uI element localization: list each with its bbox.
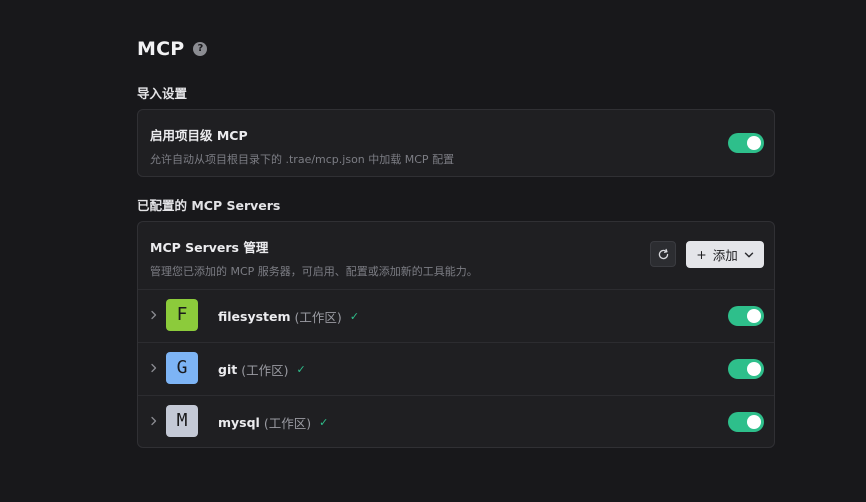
server-label: filesystem (工作区) ✓ xyxy=(218,307,359,326)
toggle-knob xyxy=(747,415,761,429)
server-toggle-git[interactable] xyxy=(728,359,764,379)
refresh-icon xyxy=(658,248,668,259)
chevron-right-icon[interactable] xyxy=(149,308,159,322)
check-icon: ✓ xyxy=(296,363,306,376)
server-row-filesystem[interactable]: F filesystem (工作区) ✓ xyxy=(138,289,774,342)
page-header: MCP ? xyxy=(137,38,208,60)
chevron-right-icon[interactable] xyxy=(149,414,159,428)
server-toggle-mysql[interactable] xyxy=(728,412,764,432)
servers-manager-text: MCP Servers 管理 管理您已添加的 MCP 服务器，可启用、配置或添加… xyxy=(150,237,478,279)
refresh-button[interactable] xyxy=(650,241,676,267)
toggle-knob xyxy=(747,136,761,150)
server-name: mysql xyxy=(218,415,260,430)
servers-manager-description: 管理您已添加的 MCP 服务器，可启用、配置或添加新的工具能力。 xyxy=(150,265,478,278)
add-button-label: 添加 xyxy=(712,248,738,263)
server-row-git[interactable]: G git (工作区) ✓ xyxy=(138,342,774,395)
server-row-mysql[interactable]: M mysql (工作区) ✓ xyxy=(138,395,774,448)
server-avatar: G xyxy=(166,352,198,384)
page-title: MCP xyxy=(137,38,185,60)
project-mcp-toggle[interactable] xyxy=(728,133,764,153)
server-scope: (工作区) xyxy=(294,310,342,325)
server-label: git (工作区) ✓ xyxy=(218,360,306,379)
chevron-right-icon[interactable] xyxy=(149,361,159,375)
project-mcp-card: 启用项目级 MCP 允许自动从项目根目录下的 .trae/mcp.json 中加… xyxy=(137,109,775,177)
servers-manager-title: MCP Servers 管理 xyxy=(150,240,269,255)
server-scope: (工作区) xyxy=(241,363,289,378)
project-mcp-text: 启用项目级 MCP 允许自动从项目根目录下的 .trae/mcp.json 中加… xyxy=(150,125,454,167)
configured-servers-heading: 已配置的 MCP Servers xyxy=(137,198,281,213)
project-mcp-title: 启用项目级 MCP xyxy=(150,128,248,143)
add-server-button[interactable]: + 添加 xyxy=(686,241,764,268)
server-scope: (工作区) xyxy=(263,416,312,431)
server-name: filesystem xyxy=(218,309,291,324)
server-toggle-filesystem[interactable] xyxy=(728,306,764,326)
mcp-settings-page: MCP ? 导入设置 启用项目级 MCP 允许自动从项目根目录下的 .trae/… xyxy=(0,0,866,502)
servers-card: MCP Servers 管理 管理您已添加的 MCP 服务器，可启用、配置或添加… xyxy=(137,221,775,448)
server-label: mysql (工作区) ✓ xyxy=(218,413,328,432)
server-avatar: F xyxy=(166,299,198,331)
check-icon: ✓ xyxy=(319,416,329,429)
server-avatar: M xyxy=(166,405,198,437)
chevron-down-icon xyxy=(744,252,753,257)
plus-icon: + xyxy=(696,247,707,262)
toggle-knob xyxy=(747,362,761,376)
check-icon: ✓ xyxy=(349,310,360,323)
help-icon[interactable]: ? xyxy=(193,42,208,56)
toggle-knob xyxy=(747,309,761,323)
server-name: git xyxy=(218,362,238,377)
import-settings-heading: 导入设置 xyxy=(137,86,188,101)
project-mcp-description: 允许自动从项目根目录下的 .trae/mcp.json 中加载 MCP 配置 xyxy=(150,153,455,166)
